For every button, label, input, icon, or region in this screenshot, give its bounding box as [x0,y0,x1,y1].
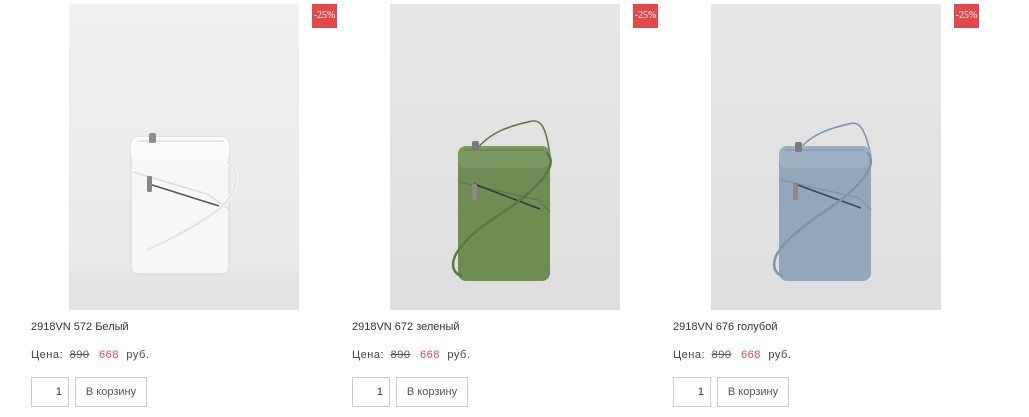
discount-badge: -25% [954,4,979,28]
price-label: Цена: [352,349,385,361]
old-price: 890 [390,349,411,361]
product-image[interactable] [69,4,299,310]
add-to-cart-button[interactable]: В корзину [717,377,789,407]
product-card: -25% 2918VN 572 Белый Цена: 890 668 руб.… [31,0,337,417]
price-label: Цена: [673,349,706,361]
product-name[interactable]: 2918VN 572 Белый [31,321,129,333]
new-price: 668 [741,349,761,361]
currency: руб. [768,349,792,361]
price-label: Цена: [31,349,64,361]
product-card: -25% 2918VN 676 голубой Цена: 890 668 ру… [673,0,979,417]
quantity-input[interactable] [352,377,390,407]
product-image[interactable] [390,4,620,310]
product-name[interactable]: 2918VN 672 зеленый [352,321,460,333]
new-price: 668 [99,349,119,361]
discount-badge: -25% [312,4,337,28]
add-to-cart-button[interactable]: В корзину [75,377,147,407]
price-row: Цена: 890 668 руб. [673,349,791,361]
product-image[interactable] [711,4,941,310]
product-card: -25% 2918VN 672 зеленый Цена: 890 668 ру… [352,0,658,417]
product-name[interactable]: 2918VN 676 голубой [673,321,777,333]
price-row: Цена: 890 668 руб. [352,349,470,361]
discount-badge: -25% [633,4,658,28]
new-price: 668 [420,349,440,361]
price-row: Цена: 890 668 руб. [31,349,149,361]
add-to-cart-button[interactable]: В корзину [396,377,468,407]
currency: руб. [447,349,471,361]
currency: руб. [126,349,150,361]
quantity-input[interactable] [673,377,711,407]
old-price: 890 [711,349,732,361]
quantity-input[interactable] [31,377,69,407]
old-price: 890 [69,349,90,361]
